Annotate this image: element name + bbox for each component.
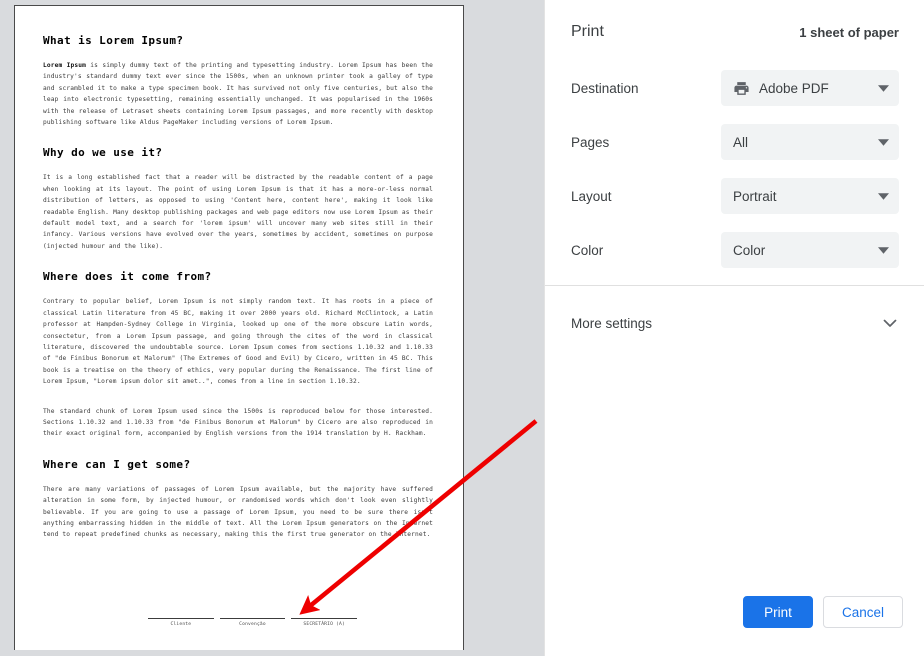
- layout-select[interactable]: Portrait: [721, 178, 899, 214]
- more-settings-label: More settings: [571, 315, 653, 331]
- setting-label-layout: Layout: [571, 188, 612, 204]
- signature-block: Cliente Convenção SECRETÁRIO (A): [145, 618, 360, 627]
- doc-heading-2: Why do we use it?: [43, 146, 163, 160]
- chevron-down-icon: [878, 246, 889, 254]
- setting-label-pages: Pages: [571, 134, 610, 150]
- doc-paragraph-2: It is a long established fact that a rea…: [43, 174, 433, 250]
- setting-row-color: Color Color: [571, 232, 899, 268]
- document-page-preview: What is Lorem Ipsum? Lorem Ipsum is simp…: [14, 5, 464, 650]
- pages-select[interactable]: All: [721, 124, 899, 160]
- signature-field-cliente: Cliente: [145, 618, 217, 627]
- printer-icon: [734, 81, 749, 95]
- doc-paragraph-4: The standard chunk of Lorem Ipsum used s…: [43, 407, 433, 438]
- print-button[interactable]: Print: [742, 596, 813, 628]
- chevron-down-icon: [878, 192, 889, 200]
- panel-action-bar: Print Cancel: [545, 584, 924, 656]
- print-settings-panel: Print 1 sheet of paper Destination Adobe…: [544, 0, 924, 656]
- print-panel-header: Print 1 sheet of paper: [545, 0, 924, 64]
- pages-value: All: [733, 134, 749, 150]
- doc-heading-4: Where can I get some?: [43, 457, 191, 471]
- cancel-button[interactable]: Cancel: [822, 596, 903, 628]
- print-dialog-screen: What is Lorem Ipsum? Lorem Ipsum is simp…: [0, 0, 924, 656]
- doc-paragraph-1-lead: Lorem Ipsum: [43, 62, 87, 69]
- setting-row-pages: Pages All: [571, 124, 899, 160]
- document-content: What is Lorem Ipsum? Lorem Ipsum is simp…: [43, 34, 433, 559]
- setting-row-layout: Layout Portrait: [571, 178, 899, 214]
- signature-label-cliente: Cliente: [170, 622, 192, 627]
- print-preview-area: What is Lorem Ipsum? Lorem Ipsum is simp…: [0, 0, 544, 656]
- color-select[interactable]: Color: [721, 232, 899, 268]
- more-settings-toggle[interactable]: More settings: [545, 303, 924, 343]
- signature-field-convencao: Convenção: [217, 618, 289, 627]
- doc-paragraph-1: Lorem Ipsum is simply dummy text of the …: [43, 60, 433, 128]
- color-value: Color: [733, 242, 766, 258]
- destination-value: Adobe PDF: [759, 80, 829, 96]
- doc-paragraph-5: There are many variations of passages of…: [43, 485, 433, 539]
- signature-label-secretario: SECRETÁRIO (A): [303, 622, 345, 627]
- signature-line: [148, 618, 214, 619]
- doc-heading-3: Where does it come from?: [43, 270, 212, 284]
- chevron-down-icon: [878, 84, 889, 92]
- panel-divider: [545, 285, 924, 286]
- doc-heading-1: What is Lorem Ipsum?: [43, 34, 184, 47]
- signature-field-secretario: SECRETÁRIO (A): [288, 618, 360, 627]
- signature-label-convencao: Convenção: [239, 622, 266, 627]
- destination-select[interactable]: Adobe PDF: [721, 70, 899, 106]
- chevron-down-icon: [878, 138, 889, 146]
- setting-label-destination: Destination: [571, 80, 639, 96]
- page-title: Print: [571, 23, 604, 40]
- layout-value: Portrait: [733, 188, 777, 204]
- signature-line: [219, 618, 286, 619]
- sheet-count-text: 1 sheet of paper: [799, 24, 899, 40]
- signature-line: [291, 618, 358, 619]
- setting-row-destination: Destination Adobe PDF: [571, 70, 899, 106]
- doc-paragraph-1-body: is simply dummy text of the printing and…: [43, 62, 433, 127]
- chevron-down-icon: [883, 319, 897, 327]
- setting-label-color: Color: [571, 242, 604, 258]
- doc-paragraph-3: Contrary to popular belief, Lorem Ipsum …: [43, 298, 433, 386]
